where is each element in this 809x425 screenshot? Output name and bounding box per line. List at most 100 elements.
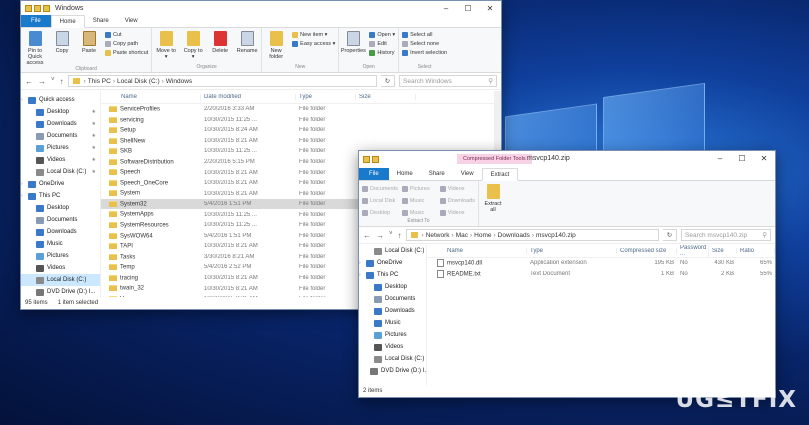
nav-item[interactable]: Documents xyxy=(359,293,426,305)
breadcrumb-item[interactable]: msvcp140.zip xyxy=(536,232,576,239)
recent-chevron-icon[interactable]: ˅ xyxy=(389,231,393,240)
expand-chevron-icon[interactable]: › xyxy=(21,193,25,199)
tab-view[interactable]: View xyxy=(117,15,146,27)
nav-item[interactable]: › OneDrive xyxy=(359,257,426,269)
breadcrumb-item[interactable]: Windows xyxy=(166,78,192,85)
open-button[interactable]: Open ▾ xyxy=(369,32,395,38)
nav-item[interactable]: Local Disk (C:) xyxy=(359,353,426,365)
extract-destination-button[interactable]: Pictures xyxy=(401,184,436,194)
table-row[interactable]: servicing 10/30/2015 11:25 ... File folder xyxy=(101,115,501,126)
forward-arrow-icon[interactable]: → xyxy=(38,77,46,86)
tab-share[interactable]: Share xyxy=(421,168,453,180)
breadcrumb-item[interactable]: This PC xyxy=(88,78,111,85)
rename-button[interactable]: Rename xyxy=(236,31,258,64)
nav-item[interactable]: Music xyxy=(359,317,426,329)
nav-item[interactable]: Videos ★ xyxy=(21,154,100,166)
extract-destination-button[interactable]: Local Disk xyxy=(362,196,398,206)
column-header[interactable]: Type xyxy=(527,248,617,254)
nav-item[interactable]: Videos xyxy=(21,262,100,274)
back-arrow-icon[interactable]: ← xyxy=(25,77,33,86)
expand-chevron-icon[interactable]: › xyxy=(359,272,363,278)
invert-selection-button[interactable]: Invert selection xyxy=(402,50,447,56)
nav-item[interactable]: Pictures xyxy=(21,250,100,262)
nav-item[interactable]: Desktop xyxy=(359,281,426,293)
move-to-button[interactable]: Move to ▾ xyxy=(155,31,177,64)
close-icon[interactable]: ✕ xyxy=(479,1,501,15)
expand-chevron-icon[interactable]: › xyxy=(21,97,25,103)
paste-shortcut-button[interactable]: Paste shortcut xyxy=(105,50,148,56)
expand-chevron-icon[interactable]: › xyxy=(359,260,363,266)
extract-all-button[interactable]: Extract all xyxy=(482,184,504,213)
table-row[interactable]: ShellNew 10/30/2015 8:21 AM File folder xyxy=(101,136,501,147)
select-none-button[interactable]: Select none xyxy=(402,41,447,47)
nav-item[interactable]: Documents xyxy=(21,214,100,226)
table-row[interactable]: Setup 10/30/2015 8:24 AM File folder xyxy=(101,125,501,136)
delete-button[interactable]: Delete xyxy=(209,31,231,64)
column-header[interactable]: Name xyxy=(427,248,527,254)
tab-file[interactable]: File xyxy=(359,168,389,180)
tab-view[interactable]: View xyxy=(453,168,482,180)
nav-item[interactable]: Pictures xyxy=(359,329,426,341)
nav-item[interactable]: Downloads xyxy=(21,226,100,238)
column-header[interactable]: Size xyxy=(709,248,737,254)
easy-access-button[interactable]: Easy access ▾ xyxy=(292,41,335,47)
nav-item[interactable]: DVD Drive (D:) I... xyxy=(359,365,426,377)
nav-item[interactable]: Downloads xyxy=(359,305,426,317)
minimize-icon[interactable]: – xyxy=(709,151,731,165)
address-bar[interactable]: › Network › Mac › Home › Downloads › msvcp140.zip xyxy=(405,229,659,241)
column-header[interactable]: Size xyxy=(356,94,416,100)
edit-button[interactable]: Edit xyxy=(369,41,395,47)
extract-destination-button[interactable]: Videos xyxy=(439,184,475,194)
extract-destination-button[interactable]: Videos xyxy=(439,208,475,218)
copy-path-button[interactable]: Copy path xyxy=(105,41,148,47)
extract-destination-button[interactable]: Documents xyxy=(362,184,398,194)
up-arrow-icon[interactable]: ↑ xyxy=(60,77,64,86)
table-row[interactable]: ServiceProfiles 2/20/2016 3:33 AM File fol… xyxy=(101,104,501,115)
table-row[interactable]: README.txt Text Document 1 KB No 2 KB 55% xyxy=(427,269,775,280)
nav-item[interactable]: Pictures ★ xyxy=(21,142,100,154)
expand-chevron-icon[interactable]: › xyxy=(21,181,25,187)
forward-arrow-icon[interactable]: → xyxy=(376,231,384,240)
search-box[interactable]: Search Windows ⚲ xyxy=(399,75,497,87)
nav-item[interactable]: › This PC xyxy=(359,269,426,281)
nav-item[interactable]: Local Disk (C:) ★ xyxy=(21,166,100,178)
nav-item[interactable]: DVD Drive (D:) I... xyxy=(21,286,100,297)
nav-item[interactable]: › This PC xyxy=(21,190,100,202)
breadcrumb-item[interactable]: Home xyxy=(474,232,491,239)
nav-item[interactable]: › OneDrive xyxy=(21,178,100,190)
table-row[interactable]: msvcp140.dll Application extension 195 KB N… xyxy=(427,258,775,269)
tab-share[interactable]: Share xyxy=(85,15,117,27)
maximize-icon[interactable]: ☐ xyxy=(731,151,753,165)
breadcrumb-item[interactable]: Downloads xyxy=(498,232,530,239)
extract-destination-button[interactable]: Music xyxy=(401,208,436,218)
column-header[interactable]: Date modified xyxy=(201,94,296,100)
tab-extract[interactable]: Extract xyxy=(481,168,519,181)
nav-item[interactable]: Desktop ★ xyxy=(21,106,100,118)
new-item-button[interactable]: New item ▾ xyxy=(292,32,335,38)
nav-item[interactable]: Desktop xyxy=(21,202,100,214)
column-header[interactable]: Ratio xyxy=(737,248,775,254)
nav-item[interactable]: Music xyxy=(21,238,100,250)
search-box[interactable]: Search msvcp140.zip ⚲ xyxy=(681,229,771,241)
select-all-button[interactable]: Select all xyxy=(402,32,447,38)
extract-destination-button[interactable]: Desktop xyxy=(362,208,398,218)
nav-item[interactable]: Documents ★ xyxy=(21,130,100,142)
column-header[interactable]: Password ... xyxy=(677,245,709,257)
nav-item[interactable]: Videos xyxy=(359,341,426,353)
new-folder-button[interactable]: New folder xyxy=(265,31,287,64)
copy-button[interactable]: Copy xyxy=(51,31,73,66)
breadcrumb-item[interactable]: Local Disk (C:) xyxy=(117,78,160,85)
cut-button[interactable]: Cut xyxy=(105,32,148,38)
properties-button[interactable]: Properties xyxy=(341,31,366,64)
up-arrow-icon[interactable]: ↑ xyxy=(398,231,402,240)
nav-item[interactable]: Local Disk (C:) xyxy=(359,245,426,257)
nav-item[interactable]: Local Disk (C:) xyxy=(21,274,100,286)
column-header[interactable]: Compressed size xyxy=(617,248,677,254)
minimize-icon[interactable]: – xyxy=(435,1,457,15)
tab-home[interactable]: Home xyxy=(50,15,85,28)
refresh-icon[interactable]: ↻ xyxy=(381,75,395,87)
breadcrumb-item[interactable]: Network xyxy=(426,232,450,239)
tab-file[interactable]: File xyxy=(21,15,51,27)
refresh-icon[interactable]: ↻ xyxy=(663,229,677,241)
breadcrumb-item[interactable]: Mac xyxy=(456,232,468,239)
